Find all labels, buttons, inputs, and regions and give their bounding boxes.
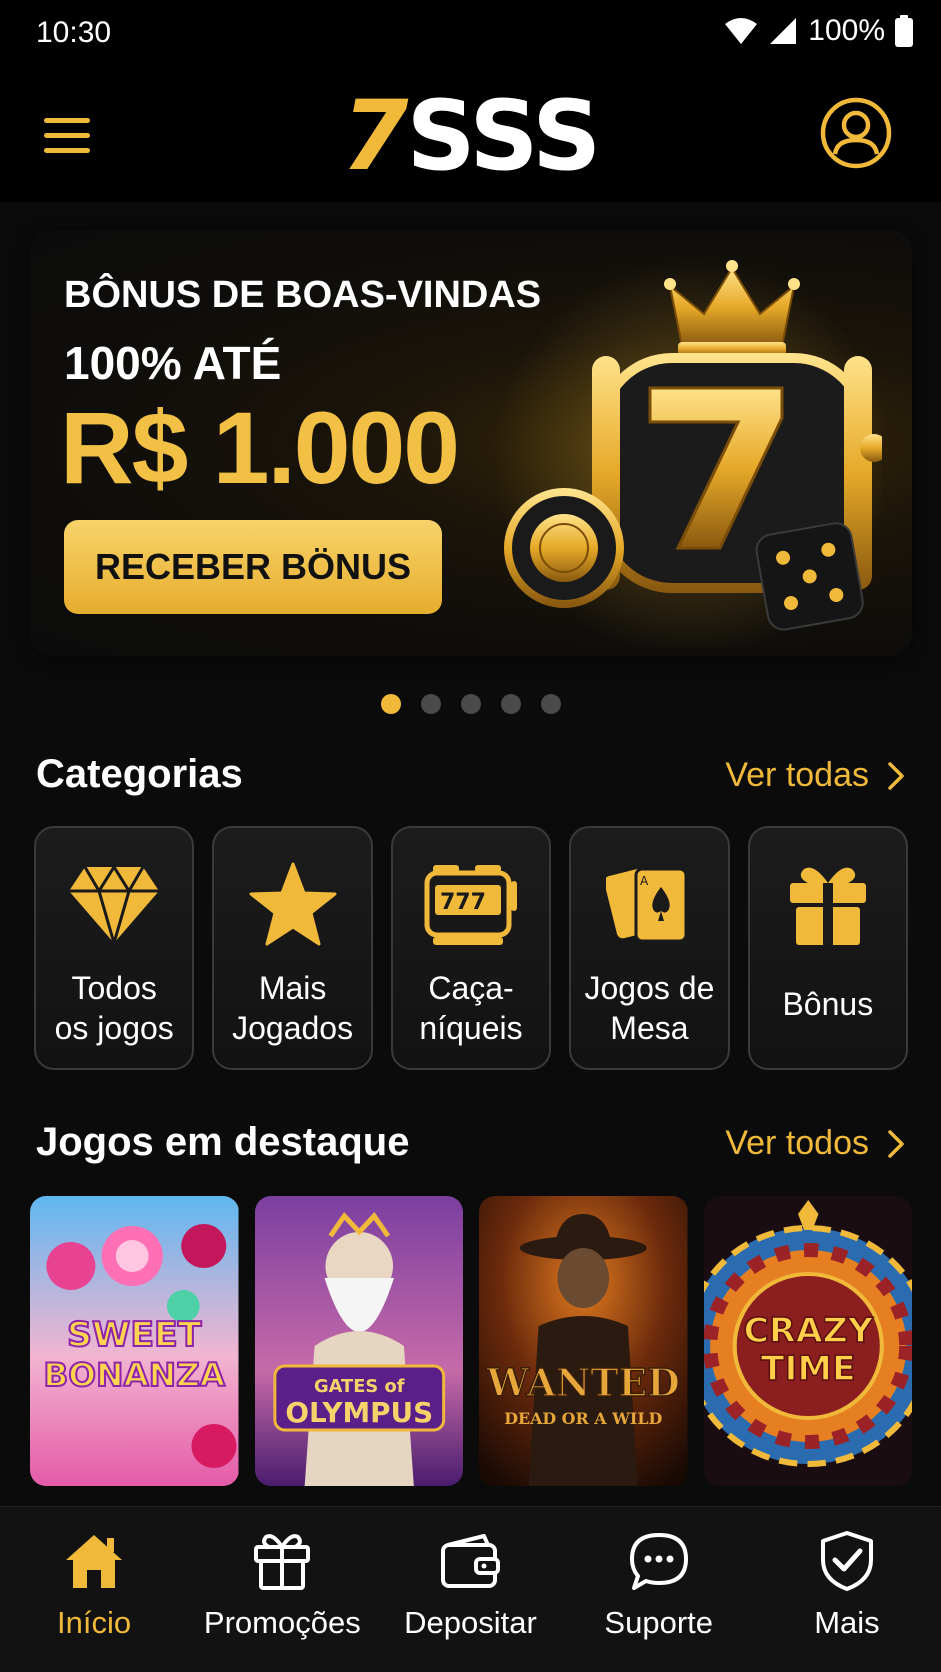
categories-see-all-link[interactable]: Ver todas bbox=[725, 756, 905, 795]
category-all-games[interactable]: Todos os jogos bbox=[34, 826, 195, 1070]
category-label: Bônus bbox=[782, 986, 874, 1022]
bottom-navigation: Início Promoções Depositar Suporte Mais bbox=[0, 1506, 941, 1672]
home-icon bbox=[66, 1535, 123, 1588]
logo-text: SSS bbox=[406, 80, 602, 192]
game-title-line1: GATES of bbox=[313, 1376, 404, 1397]
wanted-thumbnail: WANTED DEAD OR A WILD bbox=[479, 1196, 688, 1486]
featured-see-all-link[interactable]: Ver todos bbox=[725, 1124, 905, 1163]
nav-label: Suporte bbox=[604, 1605, 713, 1640]
app-header: 7SSS bbox=[0, 70, 941, 202]
game-title-line2: DEAD OR A WILD bbox=[504, 1409, 662, 1428]
brand-logo[interactable]: 7SSS bbox=[0, 80, 941, 192]
game-title-line2: BONANZA bbox=[43, 1356, 225, 1394]
game-card-wanted-dead-or-a-wild[interactable]: WANTED DEAD OR A WILD bbox=[479, 1196, 688, 1486]
category-label: Todos os jogos bbox=[54, 970, 174, 1046]
see-all-label: Ver todas bbox=[725, 756, 869, 794]
categories-title: Categorias bbox=[36, 752, 243, 796]
game-title-line2: OLYMPUS bbox=[285, 1396, 433, 1429]
game-title-line1: WANTED bbox=[486, 1360, 680, 1405]
wallet-icon bbox=[440, 1534, 500, 1588]
slot-machine-icon: 777 bbox=[424, 865, 518, 945]
featured-title: Jogos em destaque bbox=[36, 1120, 410, 1164]
carousel-dot[interactable] bbox=[500, 694, 521, 714]
slot-seven-illustration bbox=[492, 258, 882, 648]
logo-seven: 7 bbox=[341, 80, 409, 192]
banner-headline: BÔNUS DE BOAS-VINDAS bbox=[64, 274, 542, 316]
star-icon bbox=[249, 862, 337, 946]
chevron-right-icon bbox=[888, 761, 904, 790]
category-most-played[interactable]: Mais Jogados bbox=[212, 826, 373, 1070]
signal-icon bbox=[770, 18, 797, 44]
status-bar: 10:30 100% bbox=[0, 0, 941, 70]
carousel-dot[interactable] bbox=[540, 694, 561, 714]
game-title-line1: CRAZY bbox=[743, 1311, 874, 1351]
nav-promotions[interactable]: Promoções bbox=[188, 1507, 376, 1672]
nav-more[interactable]: Mais bbox=[753, 1507, 941, 1672]
diamond-icon bbox=[69, 864, 160, 945]
category-label: Jogos de Mesa bbox=[584, 970, 715, 1046]
svg-text:777: 777 bbox=[440, 890, 486, 915]
nav-label: Depositar bbox=[404, 1605, 537, 1640]
carousel-dot[interactable] bbox=[380, 694, 401, 714]
user-icon bbox=[820, 97, 892, 169]
carousel-dot[interactable] bbox=[460, 694, 481, 714]
game-card-gates-of-olympus[interactable]: GATES of OLYMPUS bbox=[254, 1196, 463, 1486]
category-table-games[interactable]: A Jogos de Mesa bbox=[569, 826, 730, 1070]
crazy-time-thumbnail: CRAZY TIME bbox=[703, 1196, 912, 1486]
category-slots[interactable]: 777 Caça- níqueis bbox=[390, 826, 552, 1070]
game-card-crazy-time[interactable]: CRAZY TIME bbox=[703, 1196, 912, 1486]
cards-icon: A bbox=[606, 867, 688, 943]
game-title-line1: SWEET bbox=[67, 1315, 202, 1355]
carousel-pagination bbox=[0, 694, 941, 714]
battery-icon bbox=[895, 15, 913, 47]
game-title-line2: TIME bbox=[760, 1349, 855, 1389]
dice-icon bbox=[755, 522, 864, 631]
nav-deposit[interactable]: Depositar bbox=[376, 1507, 564, 1672]
shield-icon bbox=[820, 1531, 873, 1591]
carousel-dot[interactable] bbox=[420, 694, 441, 714]
nav-label: Mais bbox=[814, 1605, 880, 1640]
game-card-sweet-bonanza[interactable]: SWEET BONANZA bbox=[30, 1196, 239, 1486]
casino-chip-icon bbox=[504, 488, 624, 608]
see-all-label: Ver todos bbox=[725, 1124, 869, 1162]
svg-text:A: A bbox=[640, 874, 649, 888]
gift-icon bbox=[789, 867, 866, 945]
nav-label: Início bbox=[57, 1605, 132, 1640]
category-list: Todos os jogos Mais Jogados 777 Caça- ní… bbox=[34, 826, 909, 1070]
wifi-icon bbox=[725, 18, 758, 44]
status-indicators: 100% bbox=[724, 14, 913, 48]
category-label: Mais Jogados bbox=[232, 970, 354, 1046]
chevron-right-icon bbox=[888, 1129, 904, 1158]
gates-of-olympus-thumbnail: GATES of OLYMPUS bbox=[254, 1196, 463, 1486]
home-screen: 10:30 100% 7SSS BÔNUS DE BOAS-VINDAS 100… bbox=[0, 0, 941, 1672]
banner-subheadline: 100% ATÉ bbox=[64, 337, 282, 389]
category-bonus[interactable]: Bônus bbox=[747, 826, 909, 1070]
profile-button[interactable] bbox=[819, 96, 893, 170]
chat-icon bbox=[629, 1533, 688, 1590]
banner-amount: R$ 1.000 bbox=[60, 391, 460, 505]
nav-home[interactable]: Início bbox=[0, 1507, 188, 1672]
nav-label: Promoções bbox=[203, 1605, 361, 1640]
category-label: Caça- níqueis bbox=[419, 970, 523, 1046]
nav-support[interactable]: Suporte bbox=[565, 1507, 753, 1672]
claim-bonus-button[interactable]: RECEBER BÖNUS bbox=[64, 520, 442, 614]
battery-percent: 100% bbox=[808, 14, 885, 47]
sweet-bonanza-thumbnail: SWEET BONANZA bbox=[30, 1196, 239, 1486]
gift-icon bbox=[254, 1534, 311, 1590]
promo-banner[interactable]: BÔNUS DE BOAS-VINDAS 100% ATÉ R$ 1.000 R… bbox=[30, 230, 912, 656]
status-time: 10:30 bbox=[36, 16, 112, 49]
featured-games-list: SWEET BONANZA GATES of OLYMPUS WANTED DE… bbox=[30, 1196, 912, 1486]
